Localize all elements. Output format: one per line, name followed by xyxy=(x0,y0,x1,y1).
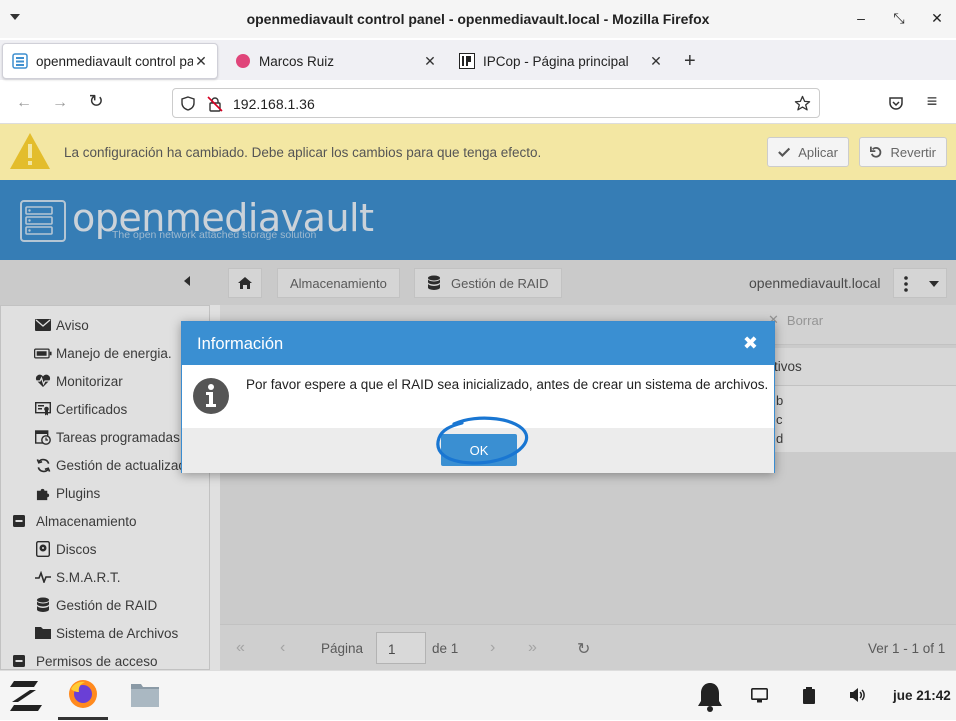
config-changed-message: La configuración ha cambiado. Debe aplic… xyxy=(64,145,542,160)
dialog-footer: OK xyxy=(182,416,774,473)
info-icon xyxy=(193,378,229,414)
warning-triangle-icon xyxy=(10,133,50,169)
tab-ipcop[interactable]: IPCop - Página principal ✕ xyxy=(450,43,672,79)
forward-button[interactable]: → xyxy=(50,94,70,112)
hand-drawn-circle-annotation xyxy=(436,416,529,465)
reload-button[interactable]: ↻ xyxy=(86,91,106,112)
info-dialog: Información ✖ Por favor espere a que el … xyxy=(181,321,775,473)
tab-label: Marcos Ruiz xyxy=(259,53,335,69)
revert-button[interactable]: Revertir xyxy=(859,137,947,167)
pocket-icon[interactable] xyxy=(888,95,904,111)
apply-label: Aplicar xyxy=(798,144,838,160)
taskbar: jue 21:42 xyxy=(0,670,956,720)
shield-icon[interactable] xyxy=(181,96,195,111)
minimize-button[interactable]: ‒ xyxy=(852,10,870,26)
app-menu-icon[interactable]: ≡ xyxy=(922,91,942,112)
clipboard-icon[interactable] xyxy=(803,687,815,704)
undo-icon xyxy=(870,146,882,158)
window-menu-icon[interactable] xyxy=(10,14,20,20)
dialog-message: Por favor espere a que el RAID sea inici… xyxy=(246,377,769,392)
tab-label: openmediavault control pa xyxy=(36,53,193,69)
ipcop-favicon-icon xyxy=(459,53,475,69)
omv-favicon-icon xyxy=(12,53,28,69)
apply-button[interactable]: Aplicar xyxy=(767,137,849,167)
volume-icon[interactable] xyxy=(849,687,866,703)
back-button[interactable]: ← xyxy=(14,94,34,112)
window-titlebar: openmediavault control panel - openmedia… xyxy=(0,0,956,38)
tab-openmediavault[interactable]: openmediavault control pa ✕ xyxy=(2,43,218,79)
firefox-icon xyxy=(69,680,97,708)
revert-label: Revertir xyxy=(890,144,936,160)
display-icon[interactable] xyxy=(751,688,768,703)
tab-marcos-ruiz[interactable]: Marcos Ruiz ✕ xyxy=(226,43,446,79)
tab-close-icon[interactable]: ✕ xyxy=(422,53,438,70)
insecure-lock-icon[interactable] xyxy=(207,96,223,112)
firefox-taskbar-item[interactable] xyxy=(58,671,108,721)
dialog-close-icon[interactable]: ✖ xyxy=(743,333,758,354)
navigation-toolbar: ← → ↻ 192.168.1.36 ≡ xyxy=(0,82,956,124)
tab-strip: openmediavault control pa ✕ Marcos Ruiz … xyxy=(0,40,956,80)
bookmark-star-icon[interactable] xyxy=(794,95,811,112)
config-changed-bar: La configuración ha cambiado. Debe aplic… xyxy=(0,124,956,180)
pink-circle-favicon-icon xyxy=(236,54,250,68)
tab-close-icon[interactable]: ✕ xyxy=(648,53,664,70)
zorin-menu-icon[interactable] xyxy=(6,679,46,713)
tab-close-icon[interactable]: ✕ xyxy=(193,53,209,70)
url-bar[interactable]: 192.168.1.36 xyxy=(172,88,820,118)
dialog-header: Información ✖ xyxy=(182,322,774,365)
tab-label: IPCop - Página principal xyxy=(483,53,629,69)
check-icon xyxy=(778,147,791,157)
window-title: openmediavault control panel - openmedia… xyxy=(246,11,710,27)
clock[interactable]: jue 21:42 xyxy=(893,688,951,703)
restore-button[interactable]: ⤡ xyxy=(890,10,908,27)
dialog-title: Información xyxy=(197,335,284,353)
url-text[interactable]: 192.168.1.36 xyxy=(233,96,315,112)
bell-icon[interactable] xyxy=(696,681,724,713)
close-window-button[interactable]: ✕ xyxy=(928,10,946,27)
new-tab-button[interactable]: + xyxy=(684,50,696,73)
files-icon[interactable] xyxy=(130,682,160,708)
